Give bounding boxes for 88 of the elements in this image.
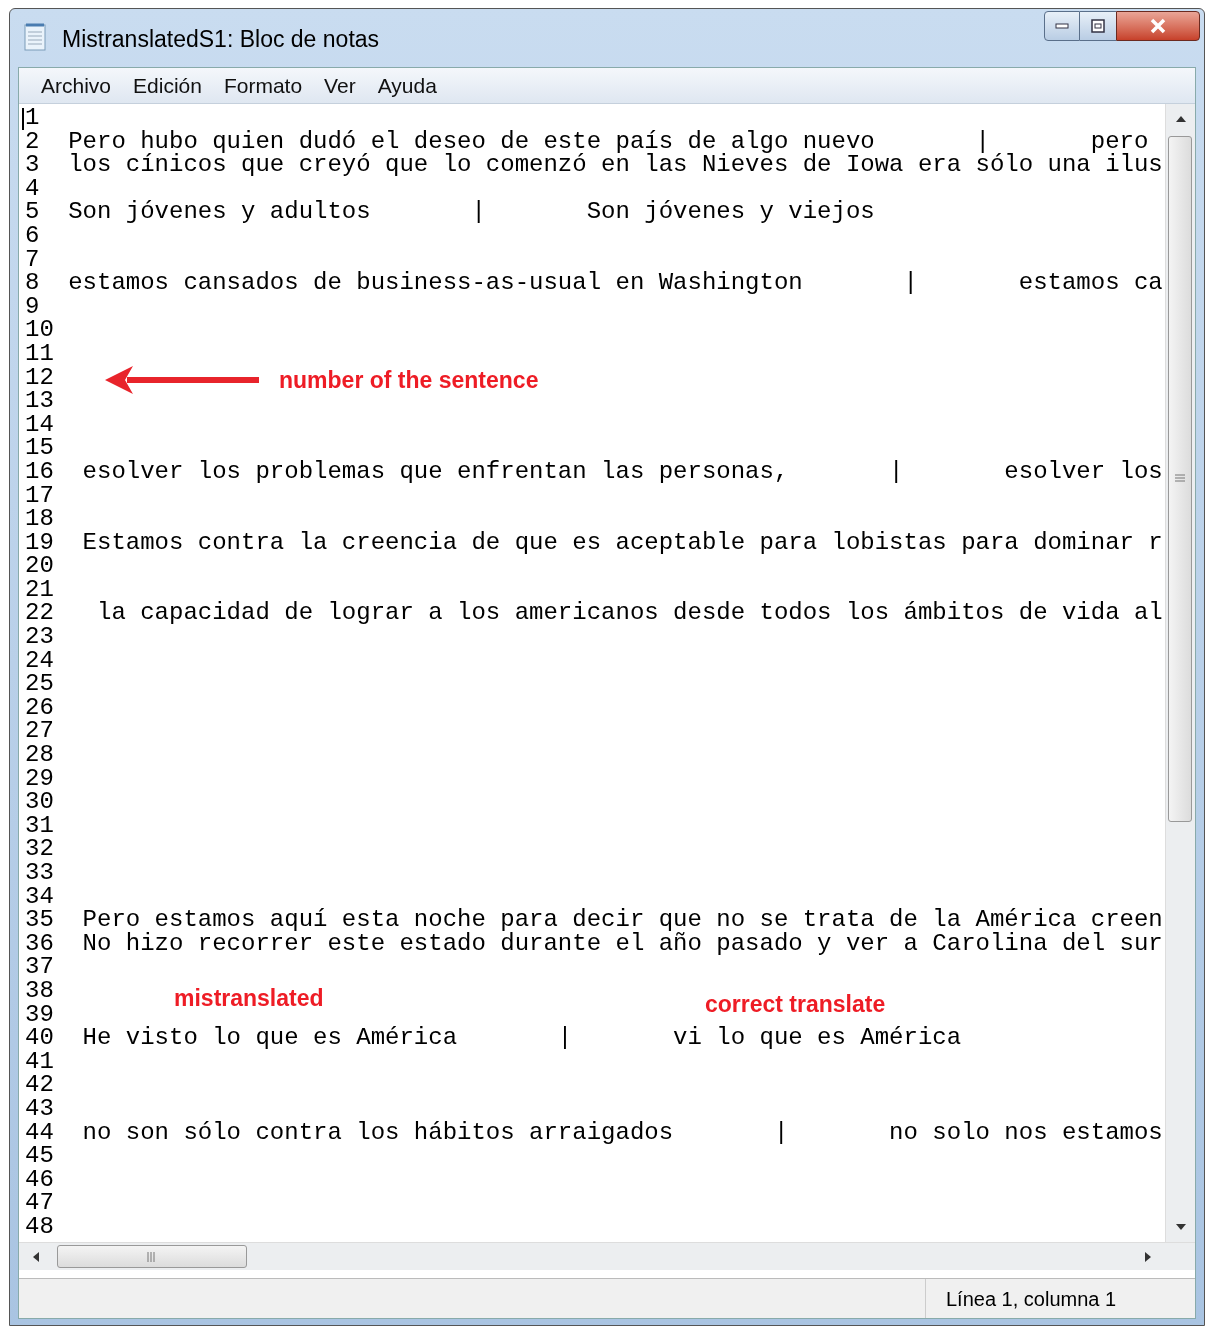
line-number: 39 — [25, 1002, 54, 1027]
line-number: 28 — [25, 743, 54, 767]
minimize-icon — [1055, 23, 1069, 29]
line-number: 23 — [25, 625, 54, 649]
line-number: 37 — [25, 955, 54, 979]
restore-icon — [1090, 18, 1106, 34]
line-number: 19 — [25, 530, 54, 555]
menu-item[interactable]: Ver — [324, 69, 356, 102]
line-number: 38 — [25, 978, 54, 1003]
line-number: 45 — [25, 1144, 54, 1168]
vertical-scrollbar[interactable] — [1165, 104, 1195, 1242]
line-number: 10 — [25, 318, 54, 342]
line-number: 11 — [25, 341, 54, 366]
line-number: 34 — [25, 884, 54, 909]
menu-item[interactable]: Ayuda — [377, 69, 437, 102]
line-number: 18 — [25, 507, 54, 531]
text-line: la capacidad de lograr a los americanos desde todos los ámbitos de vida al — [96, 601, 1163, 626]
line-number: 29 — [25, 766, 54, 791]
text-line: He visto lo que es América | vi lo que es América — [81, 1026, 962, 1050]
text-line: los cínicos que creyó que lo comenzó en las Nieves de Iowa era sólo una ilus — [68, 153, 1163, 177]
text-line: No hizo recorrer este estado durante el año pasado y ver a Carolina del sur — [81, 931, 1163, 956]
grip-icon — [1175, 474, 1185, 482]
text-line: Estamos contra la creencia de que es aceptable para lobistas para dominar r — [81, 530, 1163, 555]
text-line: no son sólo contra los hábitos arraigados | no solo nos estamos — [81, 1120, 1163, 1145]
line-number: 8 — [25, 271, 40, 295]
line-number: 17 — [25, 483, 54, 508]
line-number: 43 — [25, 1096, 54, 1121]
scroll-down-icon[interactable] — [1176, 1224, 1186, 1230]
menu-item[interactable]: Archivo — [41, 69, 112, 102]
close-button[interactable] — [1116, 11, 1200, 41]
line-number: 21 — [25, 577, 54, 602]
line-number: 14 — [25, 412, 54, 437]
menu-item[interactable]: Formato — [223, 69, 303, 102]
minimize-button[interactable] — [1044, 11, 1080, 41]
line-number: 48 — [25, 1214, 54, 1239]
line-number: 24 — [25, 648, 54, 673]
line-number: 4 — [25, 176, 40, 201]
cursor-position: Línea 1, columna 1 — [946, 1286, 1117, 1312]
line-number: 42 — [25, 1073, 54, 1097]
line-number: 33 — [25, 861, 54, 885]
line-number: 25 — [25, 672, 54, 696]
text-line: estamos cansados de business-as-usual en Washington | estamos ca — [68, 271, 1163, 295]
annotation-label: mistranslated — [174, 985, 324, 1011]
scroll-thumb[interactable] — [1168, 136, 1192, 822]
line-number: 31 — [25, 813, 54, 838]
scroll-up-icon[interactable] — [1176, 116, 1186, 122]
line-number: 1 — [25, 106, 40, 130]
text-line: Son jóvenes y adultos | Son jóvenes y viejos — [68, 200, 875, 224]
line-number: 44 — [25, 1120, 54, 1145]
line-number: 26 — [25, 695, 54, 720]
grip-icon — [147, 1252, 157, 1262]
line-number: 41 — [25, 1049, 54, 1074]
annotation-label: correct translate — [705, 991, 886, 1017]
line-number: 5 — [25, 200, 40, 224]
line-number: 35 — [25, 908, 54, 932]
arrow-icon — [105, 364, 261, 397]
line-number: 40 — [25, 1026, 54, 1050]
scroll-thumb[interactable] — [57, 1245, 247, 1268]
close-icon — [1149, 18, 1167, 34]
menu-item[interactable]: Edición — [133, 69, 202, 102]
line-number: 22 — [25, 601, 54, 626]
line-number: 47 — [25, 1191, 54, 1215]
scroll-right-icon[interactable] — [1145, 1252, 1151, 1262]
line-number: 46 — [25, 1167, 54, 1192]
text-line: esolver los problemas que enfrentan las personas, | esolver los — [81, 459, 1163, 484]
text-line: Pero estamos aquí esta noche para decir que no se trata de la América creen — [81, 908, 1163, 932]
line-number: 9 — [25, 294, 40, 319]
line-number: 13 — [25, 389, 54, 413]
line-number: 2 — [25, 129, 40, 154]
maximize-button[interactable] — [1080, 11, 1116, 41]
window-title: MistranslatedS1: Bloc de notas — [62, 25, 380, 54]
notepad-icon — [22, 22, 48, 52]
line-number: 15 — [25, 436, 54, 460]
line-number: 7 — [25, 247, 40, 272]
line-number: 12 — [25, 365, 54, 390]
line-number: 3 — [25, 153, 40, 177]
line-number: 32 — [25, 837, 54, 861]
line-number: 30 — [25, 790, 54, 814]
line-number: 36 — [25, 931, 54, 956]
line-number: 20 — [25, 554, 54, 578]
text-line: Pero hubo quien dudó el deseo de este país de algo nuevo | pero — [68, 129, 1149, 154]
annotation-label: number of the sentence — [279, 366, 539, 395]
scroll-left-icon[interactable] — [33, 1252, 39, 1262]
line-number: 16 — [25, 459, 54, 484]
line-number: 6 — [25, 223, 40, 248]
horizontal-scrollbar[interactable] — [19, 1242, 1195, 1270]
text-cursor — [22, 108, 24, 130]
line-number: 27 — [25, 719, 54, 744]
